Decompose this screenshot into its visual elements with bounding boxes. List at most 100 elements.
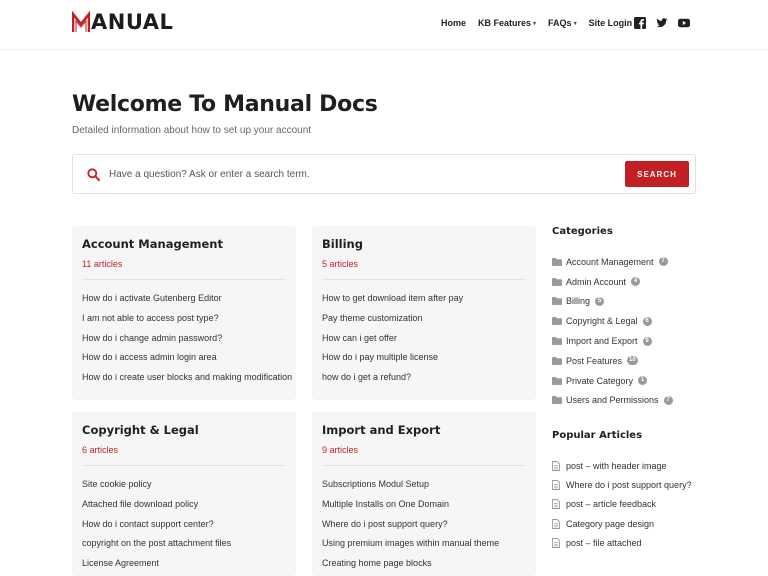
article-count: 11 articles xyxy=(82,259,123,269)
nav-item-faqs[interactable]: FAQs ▾ xyxy=(548,18,577,28)
article-link[interactable]: Multiple Installs on One Domain xyxy=(322,498,499,518)
popular-articles-heading: Popular Articles xyxy=(552,430,643,441)
logo-text: ANUAL xyxy=(91,10,174,34)
nav-label: KB Features xyxy=(478,18,532,28)
category-label: Account Management xyxy=(566,256,654,267)
article-link[interactable]: License Agreement xyxy=(82,557,231,576)
count-badge: 9 xyxy=(642,336,652,346)
article-link[interactable]: Using premium images within manual theme xyxy=(322,537,499,557)
popular-article-label: post – article feedback xyxy=(566,499,657,510)
category-label: Admin Account xyxy=(566,276,627,287)
category-label: Post Features xyxy=(566,355,623,366)
document-icon xyxy=(552,479,560,490)
card-title[interactable]: Account Management xyxy=(82,237,223,251)
category-label: Billing xyxy=(566,296,591,307)
popular-article-item[interactable]: post – article feedback xyxy=(552,495,692,514)
article-link[interactable]: How do i activate Gutenberg Editor xyxy=(82,292,292,312)
article-link[interactable]: How do i access admin login area xyxy=(82,351,292,371)
search-input[interactable] xyxy=(109,164,609,184)
category-item[interactable]: Private Category 1 xyxy=(552,371,673,391)
document-icon xyxy=(552,518,560,529)
divider xyxy=(322,465,526,466)
folder-icon xyxy=(552,337,562,346)
article-link[interactable]: Pay theme customization xyxy=(322,312,463,332)
page-title: Welcome To Manual Docs xyxy=(72,92,378,117)
article-count: 9 articles xyxy=(322,445,359,455)
article-link[interactable]: how do i get a refund? xyxy=(322,371,463,391)
popular-article-item[interactable]: post – file attached xyxy=(552,533,692,552)
nav-label: Home xyxy=(441,18,467,28)
category-item[interactable]: Admin Account 4 xyxy=(552,272,673,292)
article-count: 6 articles xyxy=(82,445,119,455)
facebook-icon[interactable] xyxy=(634,17,646,29)
nav-item-home[interactable]: Home xyxy=(441,18,466,28)
folder-icon xyxy=(552,376,562,385)
article-link[interactable]: Creating home page blocks xyxy=(322,557,499,576)
search-bar: SEARCH xyxy=(72,154,696,194)
folder-icon xyxy=(552,277,562,286)
count-badge: 7 xyxy=(658,257,668,267)
document-icon xyxy=(552,537,560,548)
count-badge: 7 xyxy=(663,395,673,405)
popular-article-label: post – file attached xyxy=(566,537,642,548)
card-title[interactable]: Copyright & Legal xyxy=(82,423,199,437)
popular-article-item[interactable]: post – with header image xyxy=(552,456,692,475)
article-link[interactable]: How do i create user blocks and making m… xyxy=(82,371,292,391)
document-icon xyxy=(552,499,560,510)
divider xyxy=(82,465,286,466)
popular-article-label: Category page design xyxy=(566,518,655,529)
category-label: Users and Permissions xyxy=(566,395,659,406)
article-link[interactable]: Attached file download policy xyxy=(82,498,231,518)
count-badge: 1 xyxy=(638,376,648,386)
category-label: Copyright & Legal xyxy=(566,316,638,327)
folder-icon xyxy=(552,297,562,306)
main-nav: Home KB Features ▾ FAQs ▾ Site Login xyxy=(441,18,644,28)
category-card-billing: Billing 5 articles How to get download i… xyxy=(312,226,536,400)
divider xyxy=(322,279,526,280)
category-item[interactable]: Account Management 7 xyxy=(552,252,673,272)
article-link[interactable]: Where do i post support query? xyxy=(322,518,499,538)
card-title[interactable]: Import and Export xyxy=(322,423,440,437)
article-list: How to get download item after pay Pay t… xyxy=(322,292,463,391)
popular-article-item[interactable]: Where do i post support query? xyxy=(552,475,692,494)
category-item[interactable]: Copyright & Legal 6 xyxy=(552,311,673,331)
category-label: Private Category xyxy=(566,375,634,386)
categories-heading: Categories xyxy=(552,226,613,237)
logo-m-icon xyxy=(72,11,90,32)
category-item[interactable]: Post Features 10 xyxy=(552,351,673,371)
category-card-import-export: Import and Export 9 articles Subscriptio… xyxy=(312,412,536,576)
category-card-copyright-legal: Copyright & Legal 6 articles Site cookie… xyxy=(72,412,296,576)
folder-icon xyxy=(552,257,562,266)
nav-item-kb-features[interactable]: KB Features ▾ xyxy=(478,18,536,28)
popular-article-item[interactable]: Category page design xyxy=(552,514,692,533)
article-link[interactable]: How do i contact support center? xyxy=(82,518,231,538)
category-item[interactable]: Import and Export 9 xyxy=(552,331,673,351)
article-list: How do i activate Gutenberg Editor I am … xyxy=(82,292,292,391)
article-link[interactable]: Site cookie policy xyxy=(82,478,231,498)
twitter-icon[interactable] xyxy=(656,17,668,29)
article-link[interactable]: I am not able to access post type? xyxy=(82,312,292,332)
youtube-icon[interactable] xyxy=(678,17,690,29)
article-link[interactable]: Subscriptions Modul Setup xyxy=(322,478,499,498)
category-item[interactable]: Billing 5 xyxy=(552,292,673,312)
search-button[interactable]: SEARCH xyxy=(625,161,689,187)
card-title[interactable]: Billing xyxy=(322,237,363,251)
article-link[interactable]: How do i change admin password? xyxy=(82,332,292,352)
article-link[interactable]: copyright on the post attachment files xyxy=(82,537,231,557)
article-link[interactable]: How can i get offer xyxy=(322,332,463,352)
category-label: Import and Export xyxy=(566,336,638,347)
category-item[interactable]: Users and Permissions 7 xyxy=(552,391,673,411)
popular-articles-list: post – with header image Where do i post… xyxy=(552,456,692,552)
page-subtitle: Detailed information about how to set up… xyxy=(72,125,312,136)
site-logo[interactable]: ANUAL xyxy=(72,10,173,34)
nav-item-site-login[interactable]: Site Login xyxy=(589,18,633,28)
search-icon xyxy=(87,168,100,181)
article-link[interactable]: How do i pay multiple license xyxy=(322,351,463,371)
count-badge: 4 xyxy=(631,277,641,287)
popular-article-label: Where do i post support query? xyxy=(566,479,692,490)
article-link[interactable]: How to get download item after pay xyxy=(322,292,463,312)
social-links xyxy=(634,17,700,29)
chevron-down-icon: ▾ xyxy=(573,20,577,27)
nav-label: FAQs xyxy=(548,18,572,28)
folder-icon xyxy=(552,396,562,405)
